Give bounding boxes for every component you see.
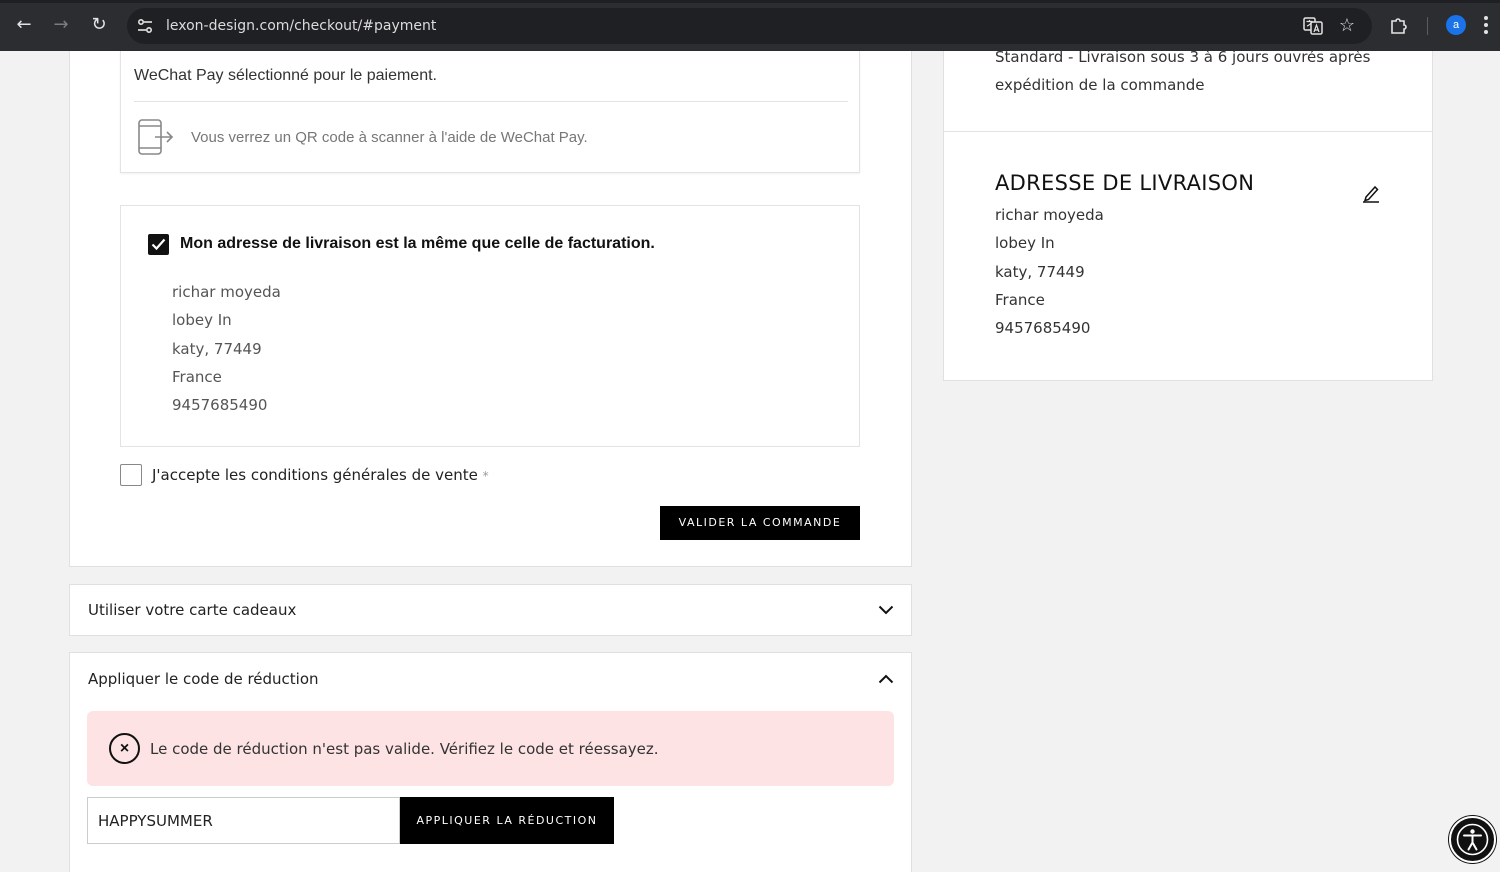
shipping-street: lobey In bbox=[995, 234, 1055, 252]
edit-pencil-icon[interactable] bbox=[1362, 183, 1380, 203]
same-address-checkbox[interactable] bbox=[148, 234, 169, 255]
validate-order-button[interactable]: VALIDER LA COMMANDE bbox=[660, 506, 860, 540]
error-close-icon: × bbox=[109, 733, 140, 764]
discount-error-alert: × Le code de réduction n'est pas valide.… bbox=[87, 711, 894, 786]
gift-card-accordion[interactable]: Utiliser votre carte cadeaux bbox=[69, 584, 912, 636]
toolbar-separator bbox=[1427, 17, 1428, 35]
profile-avatar[interactable]: a bbox=[1446, 15, 1466, 35]
discount-code-input[interactable] bbox=[87, 797, 400, 844]
qr-instruction-text: Vous verrez un QR code à scanner à l'aid… bbox=[191, 129, 588, 146]
terms-checkbox[interactable] bbox=[120, 464, 142, 486]
billing-phone: 9457685490 bbox=[172, 396, 268, 414]
error-message: Le code de réduction n'est pas valide. V… bbox=[150, 740, 659, 758]
billing-country: France bbox=[172, 368, 222, 386]
terms-label[interactable]: J'accepte les conditions générales de ve… bbox=[152, 466, 489, 484]
site-settings-icon[interactable] bbox=[137, 17, 153, 35]
billing-address-panel: Mon adresse de livraison est la même que… bbox=[120, 205, 860, 447]
forward-icon[interactable]: → bbox=[50, 14, 72, 36]
billing-street: lobey In bbox=[172, 311, 232, 329]
billing-name: richar moyeda bbox=[172, 283, 281, 301]
reload-icon[interactable]: ↻ bbox=[88, 14, 110, 36]
extensions-icon[interactable] bbox=[1389, 15, 1409, 35]
gift-card-title: Utiliser votre carte cadeaux bbox=[88, 601, 297, 619]
apply-discount-button[interactable]: APPLIQUER LA RÉDUCTION bbox=[400, 797, 614, 844]
divider bbox=[944, 131, 1432, 132]
divider bbox=[134, 101, 848, 102]
wechat-pay-panel: WeChat Pay sélectionné pour le paiement.… bbox=[120, 51, 860, 173]
address-bar[interactable]: lexon-design.com/checkout/#payment ☆ bbox=[127, 8, 1372, 44]
same-address-label[interactable]: Mon adresse de livraison est la même que… bbox=[180, 235, 655, 253]
accessibility-icon bbox=[1456, 823, 1489, 856]
payment-selected-text: WeChat Pay sélectionné pour le paiement. bbox=[134, 67, 437, 84]
chevron-up-icon[interactable] bbox=[878, 674, 894, 684]
billing-city-zip: katy, 77449 bbox=[172, 340, 262, 358]
shipping-name: richar moyeda bbox=[995, 206, 1104, 224]
tab-strip-edge bbox=[0, 0, 1500, 3]
accessibility-button[interactable] bbox=[1449, 816, 1496, 863]
required-mark: * bbox=[482, 469, 489, 483]
bookmark-star-icon[interactable]: ☆ bbox=[1337, 15, 1357, 35]
chevron-down-icon[interactable] bbox=[878, 605, 894, 615]
shipping-summary: Standard - Livraison sous 3 à 6 jours ou… bbox=[943, 48, 1433, 381]
shipping-phone: 9457685490 bbox=[995, 319, 1091, 337]
checkmark-icon bbox=[151, 238, 166, 251]
qr-scan-icon bbox=[138, 119, 174, 155]
url-text[interactable]: lexon-design.com/checkout/#payment bbox=[166, 8, 436, 44]
back-icon[interactable]: ← bbox=[13, 14, 35, 36]
shipping-method-text: Standard - Livraison sous 3 à 6 jours ou… bbox=[995, 48, 1371, 94]
translate-icon[interactable] bbox=[1303, 17, 1323, 35]
browser-menu-icon[interactable] bbox=[1484, 14, 1490, 36]
shipping-country: France bbox=[995, 291, 1045, 309]
shipping-address-title: ADRESSE DE LIVRAISON bbox=[995, 171, 1255, 195]
shipping-city-zip: katy, 77449 bbox=[995, 263, 1085, 281]
terms-text: J'accepte les conditions générales de ve… bbox=[152, 466, 478, 484]
discount-title[interactable]: Appliquer le code de réduction bbox=[88, 670, 319, 688]
